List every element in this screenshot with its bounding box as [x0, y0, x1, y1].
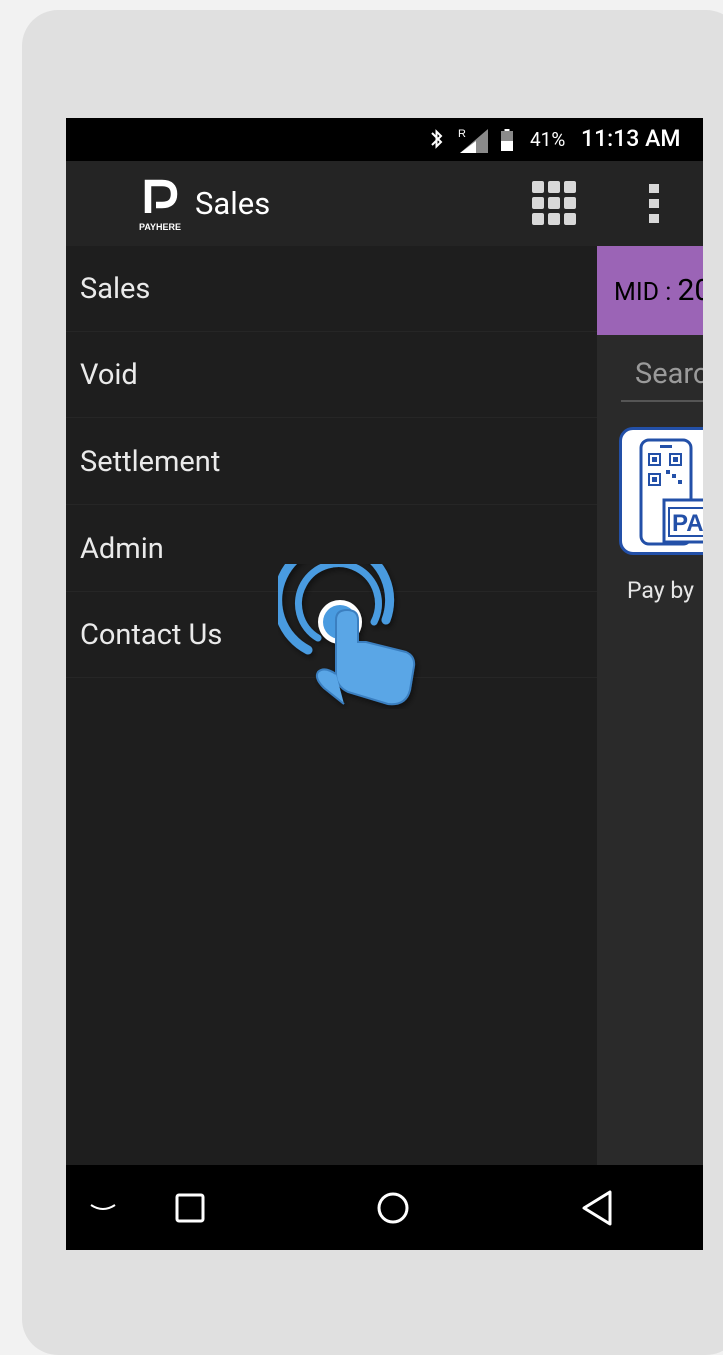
main-content: MID : 20 Searc PA Pay by [597, 246, 703, 1165]
battery-percent: 41% [530, 128, 566, 151]
keyboard-hide-icon[interactable] [88, 1201, 118, 1215]
status-bar: R 41% 11:13 AM [66, 118, 703, 161]
drawer-item-sales[interactable]: Sales [66, 246, 597, 332]
toolbar-title: Sales [195, 185, 271, 222]
home-circle-icon[interactable] [376, 1191, 410, 1225]
bluetooth-icon [431, 129, 443, 149]
search-input[interactable]: Searc [621, 350, 703, 402]
svg-text:R: R [458, 128, 466, 140]
system-nav-bar [66, 1165, 703, 1250]
pay-by-label: Pay by [627, 577, 694, 604]
mid-label: MID : [614, 278, 672, 307]
svg-text:PA: PA [672, 510, 703, 537]
tap-hand-icon [278, 564, 416, 706]
more-vert-icon[interactable] [639, 184, 669, 224]
mid-value: 20 [677, 273, 704, 308]
back-triangle-icon[interactable] [580, 1189, 614, 1227]
grid-menu-icon[interactable] [532, 181, 576, 225]
app-toolbar: PAYHERE Sales [66, 161, 703, 246]
phone-screen: R 41% 11:13 AM PAYHERE Sales MID: 20 Se… [66, 118, 703, 1250]
navigation-drawer: Sales Void Settlement Admin Contact Us [66, 246, 597, 1165]
battery-icon [501, 129, 513, 151]
svg-text:PAYHERE: PAYHERE [139, 222, 181, 232]
pay-by-qr-card[interactable]: PA [619, 427, 703, 555]
signal-roaming-icon: R [458, 128, 488, 153]
qr-pay-icon: PA [639, 438, 703, 546]
mid-banner: MID : 20 [597, 246, 703, 335]
drawer-item-settlement[interactable]: Settlement [66, 419, 597, 505]
drawer-item-void[interactable]: Void [66, 332, 597, 418]
clock: 11:13 AM [581, 125, 681, 152]
payhere-logo[interactable]: PAYHERE [136, 175, 184, 233]
recents-square-icon[interactable] [175, 1193, 205, 1223]
